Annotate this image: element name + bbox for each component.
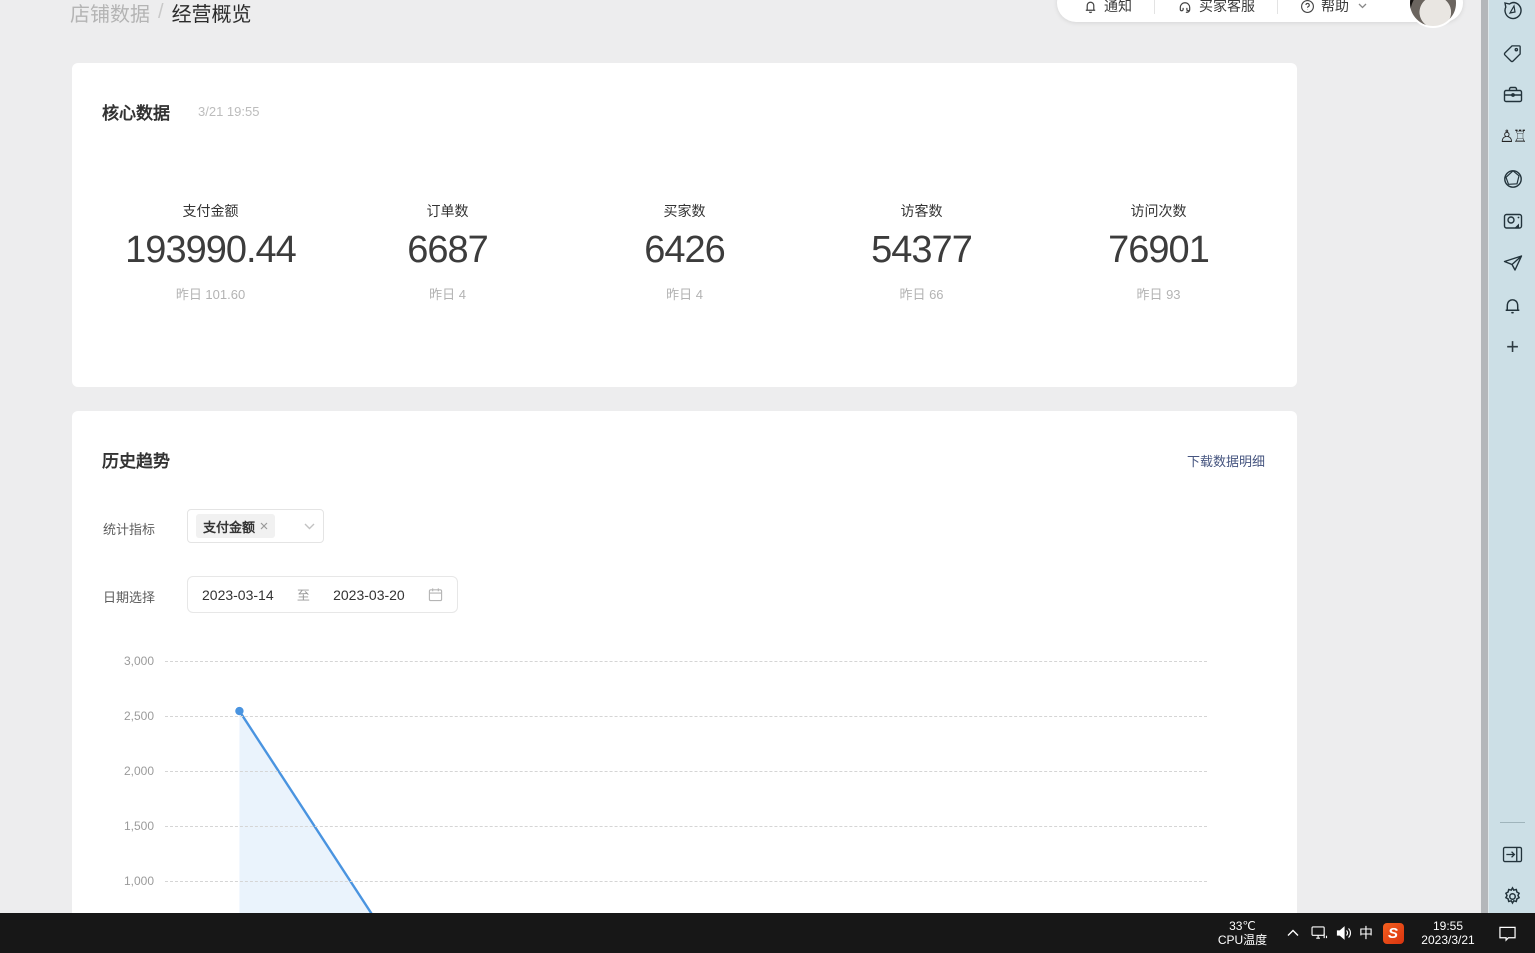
chart-ytick-label: 1,500	[92, 819, 154, 833]
chevron-down-icon	[304, 523, 315, 530]
tag-icon[interactable]	[1489, 32, 1535, 74]
metrics-row: 支付金额 193990.44 昨日 101.60 订单数 6687 昨日 4 买…	[92, 201, 1277, 303]
metric-yesterday: 昨日 66	[803, 284, 1040, 303]
metric-yesterday: 昨日 4	[329, 284, 566, 303]
date-start-value[interactable]: 2023-03-14	[202, 587, 274, 603]
sidebar-divider	[1500, 822, 1525, 823]
right-sidebar: ♙♖ +	[1488, 0, 1535, 913]
paper-plane-icon[interactable]	[1489, 242, 1535, 284]
selected-metric-tag-label: 支付金额	[203, 517, 255, 536]
chart-canvas	[92, 646, 1242, 953]
sidebar-icon-stack: ♙♖ +	[1489, 0, 1535, 368]
trend-line-chart: 3,000 2,500 2,000 1,500 1,000	[92, 646, 1242, 953]
briefcase-icon[interactable]	[1489, 74, 1535, 116]
collapse-panel-icon[interactable]	[1489, 833, 1535, 875]
metric-filter-label: 统计指标	[103, 519, 155, 538]
trend-card-title: 历史趋势	[102, 447, 170, 472]
calendar-icon	[428, 587, 443, 602]
selected-metric-tag[interactable]: 支付金额	[196, 514, 275, 538]
metric-label: 买家数	[566, 201, 803, 221]
plus-icon[interactable]: +	[1489, 326, 1535, 368]
bell-icon[interactable]	[1489, 284, 1535, 326]
sogou-input-icon[interactable]: S	[1380, 913, 1406, 953]
aperture-icon[interactable]	[1489, 158, 1535, 200]
topbar-pill: 通知 买家客服 帮助	[1057, 0, 1463, 22]
notification-label: 通知	[1104, 0, 1132, 16]
chart-ytick-label: 3,000	[92, 654, 154, 668]
metric-value: 6687	[329, 229, 566, 272]
metric-order-count[interactable]: 订单数 6687 昨日 4	[329, 201, 566, 303]
metric-label: 订单数	[329, 201, 566, 221]
download-data-link[interactable]: 下载数据明细	[1187, 451, 1265, 470]
camera-icon[interactable]	[1489, 200, 1535, 242]
ime-indicator[interactable]: 中	[1356, 913, 1376, 953]
metric-visit-count[interactable]: 访问次数 76901 昨日 93	[1040, 201, 1277, 303]
history-trend-card: 历史趋势 下载数据明细 统计指标 支付金额 日期选择 2023-03-14 至 …	[72, 411, 1297, 953]
notification-button[interactable]: 通知	[1083, 0, 1132, 18]
taskbar-time: 19:55	[1433, 919, 1463, 933]
customer-service-label: 买家客服	[1199, 0, 1255, 16]
chart-ytick-label: 2,500	[92, 709, 154, 723]
core-card-timestamp: 3/21 19:55	[198, 104, 259, 119]
chart-ytick-label: 1,000	[92, 874, 154, 888]
cpu-temp-tray-item[interactable]: 33℃ CPU温度	[1205, 913, 1280, 953]
taskbar-clock[interactable]: 19:55 2023/3/21	[1408, 913, 1488, 953]
breadcrumb: 店铺数据 / 经营概览	[70, 0, 252, 27]
date-end-value[interactable]: 2023-03-20	[333, 587, 405, 603]
date-to-text: 至	[297, 585, 310, 604]
metric-payment-amount[interactable]: 支付金额 193990.44 昨日 101.60	[92, 201, 329, 303]
breadcrumb-separator: /	[158, 1, 164, 24]
chart-ytick-label: 2,000	[92, 764, 154, 778]
breadcrumb-current: 经营概览	[172, 0, 252, 27]
date-filter-label: 日期选择	[103, 587, 155, 606]
core-data-card: 核心数据 3/21 19:55 支付金额 193990.44 昨日 101.60…	[72, 63, 1297, 387]
metric-label: 访问次数	[1040, 201, 1277, 221]
metric-buyer-count[interactable]: 买家数 6426 昨日 4	[566, 201, 803, 303]
settings-gear-icon[interactable]	[1489, 875, 1535, 917]
metric-yesterday: 昨日 93	[1040, 284, 1277, 303]
vertical-scrollbar[interactable]	[1481, 0, 1488, 913]
pill-divider	[1154, 0, 1155, 14]
metric-value: 193990.44	[92, 229, 329, 272]
chart-gridline	[165, 881, 1207, 882]
breadcrumb-parent[interactable]: 店铺数据	[70, 0, 150, 27]
metric-label: 支付金额	[92, 201, 329, 221]
core-card-title: 核心数据	[102, 99, 170, 124]
chat-bubble-app-icon[interactable]	[1489, 0, 1535, 32]
chart-gridline	[165, 771, 1207, 772]
tag-close-icon[interactable]	[260, 522, 268, 530]
windows-taskbar: 33℃ CPU温度 中 S 19:55 2023/3/21	[0, 913, 1535, 953]
metric-value: 76901	[1040, 229, 1277, 272]
chart-gridline	[165, 826, 1207, 827]
user-avatar[interactable]	[1408, 0, 1458, 28]
metric-yesterday: 昨日 101.60	[92, 284, 329, 303]
help-label: 帮助	[1321, 0, 1349, 16]
chess-pieces-icon[interactable]: ♙♖	[1489, 116, 1535, 158]
help-button[interactable]: 帮助	[1300, 0, 1367, 18]
headset-icon	[1177, 0, 1193, 14]
metric-value: 54377	[803, 229, 1040, 272]
date-range-picker[interactable]: 2023-03-14 至 2023-03-20	[187, 576, 458, 613]
taskbar-date: 2023/3/21	[1421, 933, 1474, 947]
metric-filter-select[interactable]: 支付金额	[187, 509, 324, 543]
metric-label: 访客数	[803, 201, 1040, 221]
chart-gridline	[165, 716, 1207, 717]
tray-expand-button[interactable]	[1282, 913, 1304, 953]
metric-visitor-count[interactable]: 访客数 54377 昨日 66	[803, 201, 1040, 303]
volume-icon[interactable]	[1332, 913, 1356, 953]
network-icon[interactable]	[1306, 913, 1332, 953]
chart-gridline	[165, 661, 1207, 662]
bell-icon	[1083, 0, 1098, 14]
help-circle-icon	[1300, 0, 1315, 14]
cpu-temp-value: 33℃	[1229, 919, 1256, 933]
chevron-down-icon	[1358, 3, 1367, 9]
metric-value: 6426	[566, 229, 803, 272]
customer-service-button[interactable]: 买家客服	[1177, 0, 1255, 18]
metric-yesterday: 昨日 4	[566, 284, 803, 303]
cpu-temp-label: CPU温度	[1218, 933, 1267, 947]
action-center-icon[interactable]	[1490, 913, 1524, 953]
pill-divider	[1277, 0, 1278, 14]
